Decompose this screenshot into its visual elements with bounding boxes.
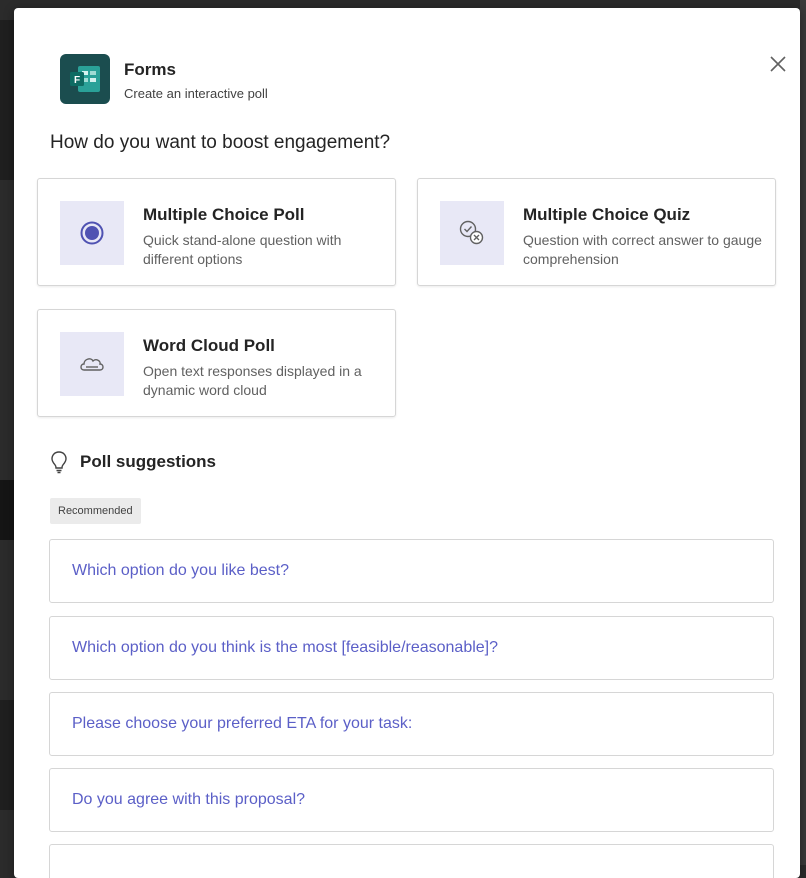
radio-button-icon (60, 201, 124, 265)
option-title: Multiple Choice Poll (143, 205, 305, 224)
poll-suggestions-title: Poll suggestions (80, 452, 217, 471)
forms-dialog: F Forms Create an interactive poll How d… (14, 8, 800, 878)
backdrop-panel (0, 20, 14, 180)
recommended-badge: Recommended (50, 498, 141, 524)
quiz-check-icon (440, 201, 504, 265)
backdrop-panel (0, 700, 14, 810)
backdrop-panel (0, 480, 14, 540)
lightbulb-icon (51, 451, 67, 474)
forms-app-icon: F (60, 54, 110, 104)
app-info: Forms Create an interactive poll (124, 60, 268, 101)
option-title: Multiple Choice Quiz (523, 205, 691, 224)
suggestion-item[interactable]: Which option do you think is the most [f… (49, 616, 774, 680)
app-name: Forms (124, 60, 176, 79)
close-button[interactable] (766, 52, 790, 76)
option-description: Question with correct answer to gauge co… (523, 232, 762, 267)
suggestion-item[interactable]: Do you agree with this proposal? (49, 768, 774, 832)
backdrop-panel (800, 0, 806, 865)
app-subtitle: Create an interactive poll (124, 86, 268, 101)
cloud-icon (60, 332, 124, 396)
multiple-choice-poll-card[interactable]: Multiple Choice Poll Quick stand-alone q… (37, 178, 396, 286)
svg-text:F: F (74, 75, 80, 86)
option-title: Word Cloud Poll (143, 336, 275, 355)
engagement-question: How do you want to boost engagement? (50, 132, 391, 153)
suggestion-item[interactable] (49, 844, 774, 878)
dialog-header: F Forms Create an interactive poll (60, 54, 268, 104)
option-description: Open text responses displayed in a dynam… (143, 363, 362, 398)
close-icon (770, 56, 786, 72)
suggestion-item[interactable]: Please choose your preferred ETA for you… (49, 692, 774, 756)
poll-suggestions-header: Poll suggestions (50, 450, 216, 474)
word-cloud-poll-card[interactable]: Word Cloud Poll Open text responses disp… (37, 309, 396, 417)
multiple-choice-quiz-card[interactable]: Multiple Choice Quiz Question with corre… (417, 178, 776, 286)
option-description: Quick stand-alone question with differen… (143, 232, 342, 267)
suggestion-item[interactable]: Which option do you like best? (49, 539, 774, 603)
